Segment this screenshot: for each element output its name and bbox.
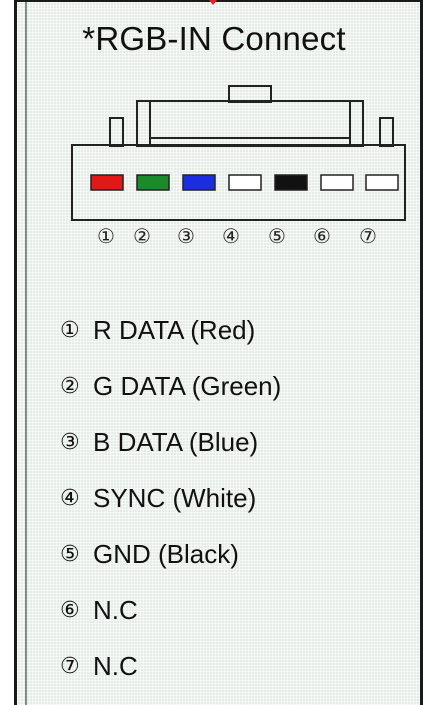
pin-legend-label: GND (Black) <box>93 538 239 569</box>
pin-legend-number: ④ <box>60 485 80 511</box>
pin-legend-label: R DATA (Red) <box>93 314 256 345</box>
pin-legend-item: ② G DATA (Green) <box>60 358 281 414</box>
left-post <box>109 117 124 147</box>
pin-slot-5 <box>274 174 308 191</box>
pin-legend-number: ① <box>60 317 80 343</box>
pin-legend-number: ⑤ <box>60 541 80 567</box>
connector-latch <box>228 85 272 103</box>
pin-number-2: ② <box>133 224 151 248</box>
pin-legend-item: ⑦ N.C <box>60 638 281 694</box>
pin-number-7: ⑦ <box>359 224 377 248</box>
pin-legend-label: SYNC (White) <box>93 482 257 513</box>
pin-slot-7 <box>365 174 399 191</box>
pin-legend-item: ③ B DATA (Blue) <box>60 414 281 470</box>
pin-legend-item: ④ SYNC (White) <box>60 470 281 526</box>
pin-legend-number: ⑥ <box>60 597 80 623</box>
pin-legend-item: ① R DATA (Red) <box>60 302 281 358</box>
pin-legend-label: G DATA (Green) <box>93 370 282 401</box>
pin-number-6: ⑥ <box>313 224 331 248</box>
pin-number-1: ① <box>97 224 115 248</box>
right-post <box>379 117 394 147</box>
rgb-in-diagram: *RGB-IN Connect ①②③④⑤⑥⑦ ①R DATA (Red) ② G … <box>0 0 428 705</box>
pin-legend-number: ⑦ <box>60 653 80 679</box>
pin-legend-label: N.C <box>93 594 138 625</box>
pin-number-5: ⑤ <box>268 224 286 248</box>
pin-slot-6 <box>320 174 354 191</box>
pin-legend-label: N.C <box>93 650 138 681</box>
pin-number-4: ④ <box>222 224 240 248</box>
pin-slot-4 <box>228 174 262 191</box>
connector-housing-top <box>136 100 364 147</box>
pin-legend-item: ⑥ N.C <box>60 582 281 638</box>
pin-legend-label: B DATA (Blue) <box>93 426 259 457</box>
pin-legend-item: ⑤ GND (Black) <box>60 526 281 582</box>
pin-legend: ① R DATA (Red) ② G DATA (Green) ③ B DATA (Blu… <box>60 302 281 694</box>
pin-number-3: ③ <box>177 224 195 248</box>
pin-slot-2 <box>136 174 170 191</box>
pin-slot-3 <box>182 174 216 191</box>
pin-slot-1 <box>90 174 124 191</box>
pin-slots <box>90 174 399 191</box>
pin-legend-number: ② <box>60 373 80 399</box>
pin-legend-number: ③ <box>60 429 80 455</box>
